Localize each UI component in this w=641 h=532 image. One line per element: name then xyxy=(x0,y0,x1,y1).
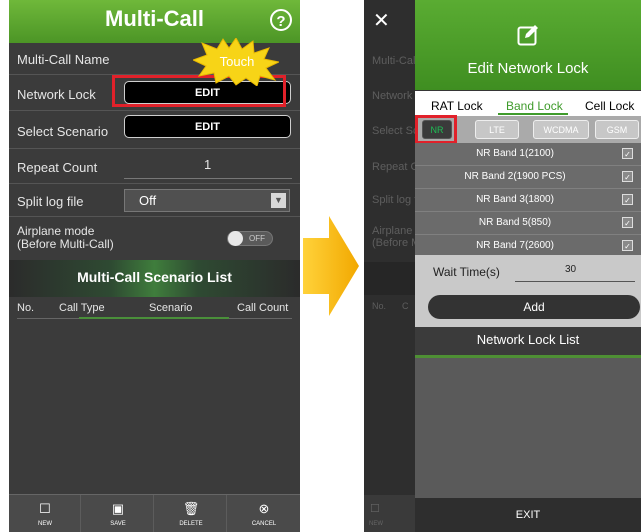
band-gsm-button[interactable]: GSM xyxy=(595,120,639,139)
wait-time-input[interactable]: 30 xyxy=(565,264,576,275)
band-name: NR Band 7(2600) xyxy=(476,240,554,251)
exit-button[interactable]: EXIT xyxy=(415,509,641,521)
list-item[interactable]: NR Band 5(850) ✓ xyxy=(415,212,641,235)
save-icon: ▣ xyxy=(111,501,125,516)
tab-cell-lock[interactable]: Cell Lock xyxy=(585,99,634,113)
help-icon[interactable]: ? xyxy=(270,9,292,31)
network-lock-list-title: Network Lock List xyxy=(476,332,580,347)
bg-label: No. xyxy=(372,301,387,311)
band-wcdma-button[interactable]: WCDMA xyxy=(533,120,589,139)
repeat-count-underline xyxy=(124,178,292,179)
airplane-mode-toggle[interactable]: OFF xyxy=(227,231,273,246)
bg-label: Split log f xyxy=(372,194,418,206)
wait-time-underline xyxy=(515,281,635,282)
split-log-row: Split log file Off ▼ xyxy=(9,184,300,217)
bg-label: Network xyxy=(372,90,413,102)
split-log-label: Split log file xyxy=(17,194,84,209)
list-item[interactable]: NR Band 7(2600) ✓ xyxy=(415,235,641,255)
dialog-title: Edit Network Lock xyxy=(467,60,589,77)
toggle-state: OFF xyxy=(249,234,265,243)
column-header-call-type: Call Type xyxy=(59,302,105,314)
scenario-edit-button[interactable]: EDIT xyxy=(124,115,291,138)
column-header-call-count: Call Count xyxy=(237,302,289,314)
bg-new-label: NEW xyxy=(369,521,383,527)
cancel-icon: ⊗ xyxy=(258,501,270,516)
bg-label: Repeat C xyxy=(372,161,419,173)
multi-call-name-label: Multi-Call Name xyxy=(17,52,110,67)
delete-label: DELETE xyxy=(179,521,203,527)
checkbox[interactable]: ✓ xyxy=(622,217,633,228)
highlight-box xyxy=(415,115,457,144)
bg-label: Select Sc xyxy=(372,125,419,137)
band-list: NR Band 1(2100) ✓ NR Band 2(1900 PCS) ✓ … xyxy=(415,143,641,255)
delete-button[interactable]: 🗑 DELETE xyxy=(155,495,227,532)
list-item[interactable]: NR Band 2(1900 PCS) ✓ xyxy=(415,166,641,189)
add-row: Add xyxy=(415,287,641,327)
new-label: NEW xyxy=(38,521,52,527)
exit-row: EXIT xyxy=(415,498,641,532)
bg-label: Airplane xyxy=(372,225,413,237)
header-accent-line xyxy=(79,317,229,319)
scenario-list-header: Multi-Call Scenario List xyxy=(9,260,300,297)
add-button[interactable]: Add xyxy=(428,295,640,319)
column-header-no: No. xyxy=(17,302,35,314)
new-icon: ☐ xyxy=(39,501,51,516)
save-button[interactable]: ▣ SAVE xyxy=(82,495,154,532)
select-scenario-row: Select Scenario EDIT xyxy=(9,111,300,149)
edit-network-lock-screen: ✕ Multi-Cal Network Select Sc Repeat C S… xyxy=(364,0,641,532)
touch-label: Touch xyxy=(220,54,255,69)
bottom-toolbar: ☐ NEW ▣ SAVE 🗑 DELETE ⊗ CANCEL xyxy=(9,494,300,532)
repeat-count-row: Repeat Count 1 xyxy=(9,149,300,184)
touch-callout: Touch xyxy=(193,38,279,86)
wait-time-label: Wait Time(s) xyxy=(433,265,500,279)
network-lock-list xyxy=(415,358,641,498)
active-tab-indicator xyxy=(498,113,568,115)
bg-label: C xyxy=(402,301,409,311)
edit-icon xyxy=(517,25,538,46)
checkbox[interactable]: ✓ xyxy=(622,148,633,159)
network-lock-dialog: Edit Network Lock RAT Lock Band Lock Cel… xyxy=(415,0,641,532)
trash-icon: 🗑 xyxy=(182,501,200,516)
band-name: NR Band 1(2100) xyxy=(476,148,554,159)
network-lock-list-header: Network Lock List xyxy=(415,327,641,358)
tab-band-lock[interactable]: Band Lock xyxy=(506,99,563,113)
band-name: NR Band 5(850) xyxy=(478,217,552,228)
bg-label: Multi-Cal xyxy=(372,55,416,67)
scenario-list-title: Multi-Call Scenario List xyxy=(77,269,232,285)
airplane-mode-row: Airplane mode (Before Multi-Call) OFF xyxy=(9,217,300,260)
page-title: Multi-Call xyxy=(105,6,204,31)
close-icon[interactable]: ✕ xyxy=(373,8,390,33)
app-header: Multi-Call ? xyxy=(9,0,300,43)
bg-label: (Before M xyxy=(372,237,421,249)
wait-time-row: Wait Time(s) 30 xyxy=(415,255,641,287)
band-name: NR Band 2(1900 PCS) xyxy=(464,171,566,182)
list-item[interactable]: NR Band 1(2100) ✓ xyxy=(415,143,641,166)
save-label: SAVE xyxy=(110,521,126,527)
airplane-mode-sublabel: (Before Multi-Call) xyxy=(17,237,114,251)
tab-rat-lock[interactable]: RAT Lock xyxy=(431,99,483,113)
checkbox[interactable]: ✓ xyxy=(622,194,633,205)
select-scenario-label: Select Scenario xyxy=(17,124,109,139)
network-lock-label: Network Lock xyxy=(17,87,96,102)
band-name: NR Band 3(1800) xyxy=(476,194,554,205)
cancel-label: CANCEL xyxy=(251,521,277,527)
checkbox[interactable]: ✓ xyxy=(622,171,633,182)
toggle-knob xyxy=(228,231,243,246)
dropdown-arrow-icon: ▼ xyxy=(271,193,286,208)
airplane-mode-label: Airplane mode xyxy=(17,224,95,238)
split-log-select[interactable]: Off ▼ xyxy=(124,189,290,212)
new-button[interactable]: ☐ NEW xyxy=(9,495,81,532)
repeat-count-label: Repeat Count xyxy=(17,160,98,175)
checkbox[interactable]: ✓ xyxy=(622,240,633,251)
repeat-count-input[interactable]: 1 xyxy=(204,157,211,172)
column-header-scenario: Scenario xyxy=(149,302,193,314)
dialog-header: Edit Network Lock xyxy=(415,0,641,90)
split-log-value: Off xyxy=(139,193,157,208)
new-icon: ☐ xyxy=(370,503,380,515)
transition-arrow-icon xyxy=(303,216,359,316)
scenario-table-header: No. Call Type Scenario Call Count xyxy=(9,297,300,320)
list-item[interactable]: NR Band 3(1800) ✓ xyxy=(415,189,641,212)
cancel-button[interactable]: ⊗ CANCEL xyxy=(228,495,300,532)
band-lte-button[interactable]: LTE xyxy=(475,120,519,139)
